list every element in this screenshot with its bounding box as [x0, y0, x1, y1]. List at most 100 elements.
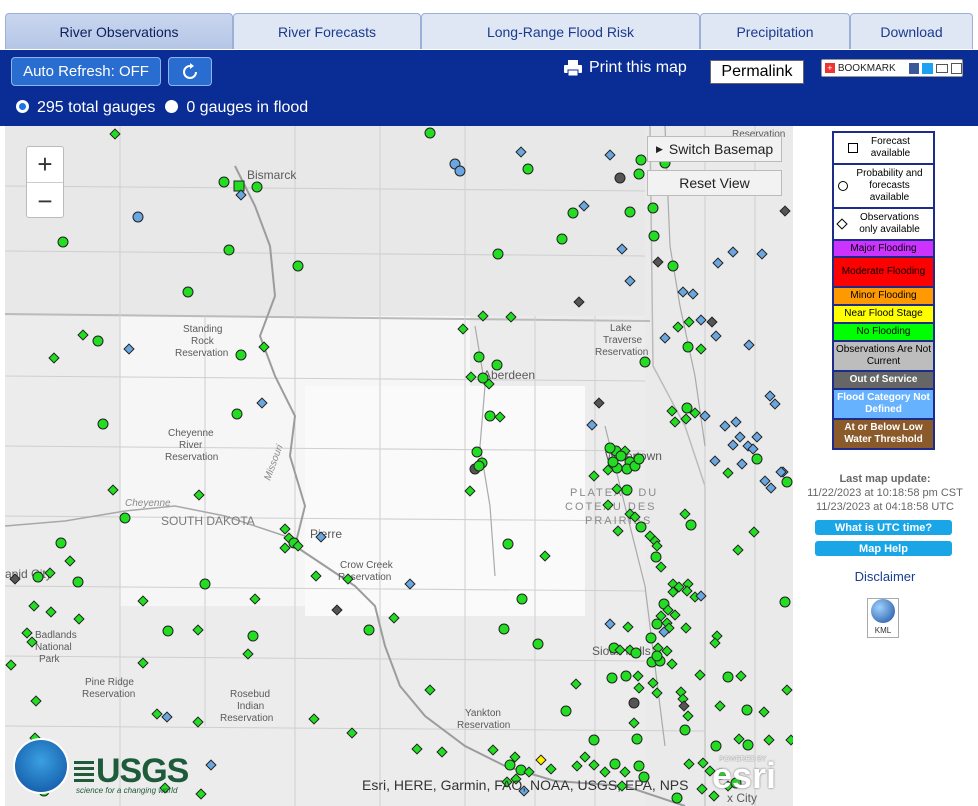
gauge-marker[interactable] [779, 596, 791, 608]
gauge-marker[interactable] [567, 207, 579, 219]
gauge-marker[interactable] [57, 236, 69, 248]
gauge-marker[interactable] [473, 351, 485, 363]
gauge-marker[interactable] [679, 724, 691, 736]
gauge-marker[interactable] [685, 519, 697, 531]
gauge-marker[interactable] [635, 521, 647, 533]
gauge-marker[interactable] [588, 734, 600, 746]
gauge-marker[interactable] [55, 537, 67, 549]
utc-time-button[interactable]: What is UTC time? [815, 520, 952, 535]
gauge-marker[interactable] [741, 704, 753, 716]
map-help-button[interactable]: Map Help [815, 541, 952, 556]
auto-refresh-button[interactable]: Auto Refresh: OFF [11, 57, 161, 86]
gauge-marker[interactable] [751, 453, 763, 465]
permalink-button[interactable]: Permalink [710, 60, 804, 84]
gauge-marker[interactable] [682, 341, 694, 353]
switch-basemap-button[interactable]: ▶ Switch Basemap [647, 136, 782, 162]
gauge-marker[interactable] [742, 739, 754, 751]
gauge-marker[interactable] [645, 632, 657, 644]
gauge-marker[interactable] [633, 168, 645, 180]
reset-view-button[interactable]: Reset View [647, 170, 782, 196]
print-map-link[interactable]: Print this map [563, 59, 687, 77]
tab-river-forecasts[interactable]: River Forecasts [233, 13, 421, 49]
tab-long-range-flood-risk[interactable]: Long-Range Flood Risk [421, 13, 700, 49]
gauge-marker[interactable] [223, 244, 235, 256]
gauge-marker[interactable] [218, 176, 230, 188]
tab-precipitation[interactable]: Precipitation [700, 13, 850, 49]
svg-text:Reservation: Reservation [595, 347, 648, 358]
gauge-marker[interactable] [667, 260, 679, 272]
gauge-marker[interactable] [560, 705, 572, 717]
gauge-marker[interactable] [628, 697, 640, 709]
gauge-marker[interactable] [651, 618, 663, 630]
gauge-marker[interactable] [710, 740, 722, 752]
gauge-marker[interactable] [72, 576, 84, 588]
gauge-marker[interactable] [162, 625, 174, 637]
total-gauges-option[interactable]: 295 total gauges [16, 99, 155, 117]
gauge-marker[interactable] [119, 512, 131, 524]
gauge-marker[interactable] [233, 180, 245, 192]
gauge-marker[interactable] [199, 578, 211, 590]
gauge-marker[interactable] [231, 408, 243, 420]
gauge-marker[interactable] [292, 260, 304, 272]
legend-probability: Probability and forecasts available [832, 165, 935, 209]
gauge-marker[interactable] [484, 410, 496, 422]
gauge-marker[interactable] [609, 758, 621, 770]
bookmark-button[interactable]: + BOOKMARK [821, 59, 963, 77]
gauges-in-flood-option[interactable]: 0 gauges in flood [165, 99, 308, 117]
gauge-marker[interactable] [532, 638, 544, 650]
tab-download[interactable]: Download [850, 13, 973, 49]
gauge-marker[interactable] [32, 571, 44, 583]
gauge-marker[interactable] [635, 154, 647, 166]
gauge-marker[interactable] [722, 671, 734, 683]
gauge-marker[interactable] [621, 484, 633, 496]
gauge-marker[interactable] [651, 650, 663, 662]
gauge-marker[interactable] [620, 670, 632, 682]
gauge-marker[interactable] [650, 551, 662, 563]
gauge-marker[interactable] [607, 456, 619, 468]
gauge-marker[interactable] [182, 286, 194, 298]
gauge-marker[interactable] [606, 672, 618, 684]
gauge-marker[interactable] [97, 418, 109, 430]
gauge-marker[interactable] [515, 764, 527, 776]
gauge-marker[interactable] [522, 163, 534, 175]
gauge-marker[interactable] [630, 647, 642, 659]
gauge-marker[interactable] [471, 446, 483, 458]
gauge-marker[interactable] [454, 165, 466, 177]
gauge-marker[interactable] [504, 759, 516, 771]
gauge-marker[interactable] [648, 230, 660, 242]
tab-river-observations[interactable]: River Observations [5, 13, 233, 49]
gauge-marker[interactable] [647, 202, 659, 214]
kml-download[interactable]: KML [867, 598, 899, 638]
gauge-marker[interactable] [473, 460, 485, 472]
gauge-marker[interactable] [624, 206, 636, 218]
gauge-marker[interactable] [614, 172, 626, 184]
gauge-marker[interactable] [132, 211, 144, 223]
gauge-marker[interactable] [604, 442, 616, 454]
zoom-out-button[interactable]: − [27, 183, 63, 219]
gauge-marker[interactable] [516, 593, 528, 605]
disclaimer-link[interactable]: Disclaimer [797, 569, 973, 584]
gauge-marker[interactable] [781, 476, 793, 488]
gauge-marker[interactable] [498, 623, 510, 635]
gauge-marker[interactable] [681, 402, 693, 414]
gauge-marker[interactable] [631, 733, 643, 745]
gauge-marker[interactable] [424, 127, 436, 139]
svg-text:Traverse: Traverse [603, 335, 643, 346]
gauge-marker[interactable] [556, 233, 568, 245]
gauge-marker[interactable] [251, 181, 263, 193]
gauge-marker[interactable] [363, 624, 375, 636]
gauge-marker[interactable] [235, 349, 247, 361]
gauge-marker[interactable] [633, 453, 645, 465]
gauge-marker[interactable] [247, 630, 259, 642]
gauge-marker[interactable] [492, 248, 504, 260]
usgs-wave-icon [74, 761, 94, 785]
gauge-marker[interactable] [491, 359, 503, 371]
gauge-marker[interactable] [502, 538, 514, 550]
map-canvas[interactable]: Bismarck Standing Rock Reservation Cheye… [5, 126, 793, 806]
zoom-in-button[interactable]: + [27, 147, 63, 183]
gauge-marker[interactable] [633, 760, 645, 772]
refresh-button[interactable] [168, 57, 212, 86]
gauge-marker[interactable] [671, 792, 683, 804]
gauge-marker[interactable] [92, 335, 104, 347]
gauge-marker[interactable] [639, 356, 651, 368]
